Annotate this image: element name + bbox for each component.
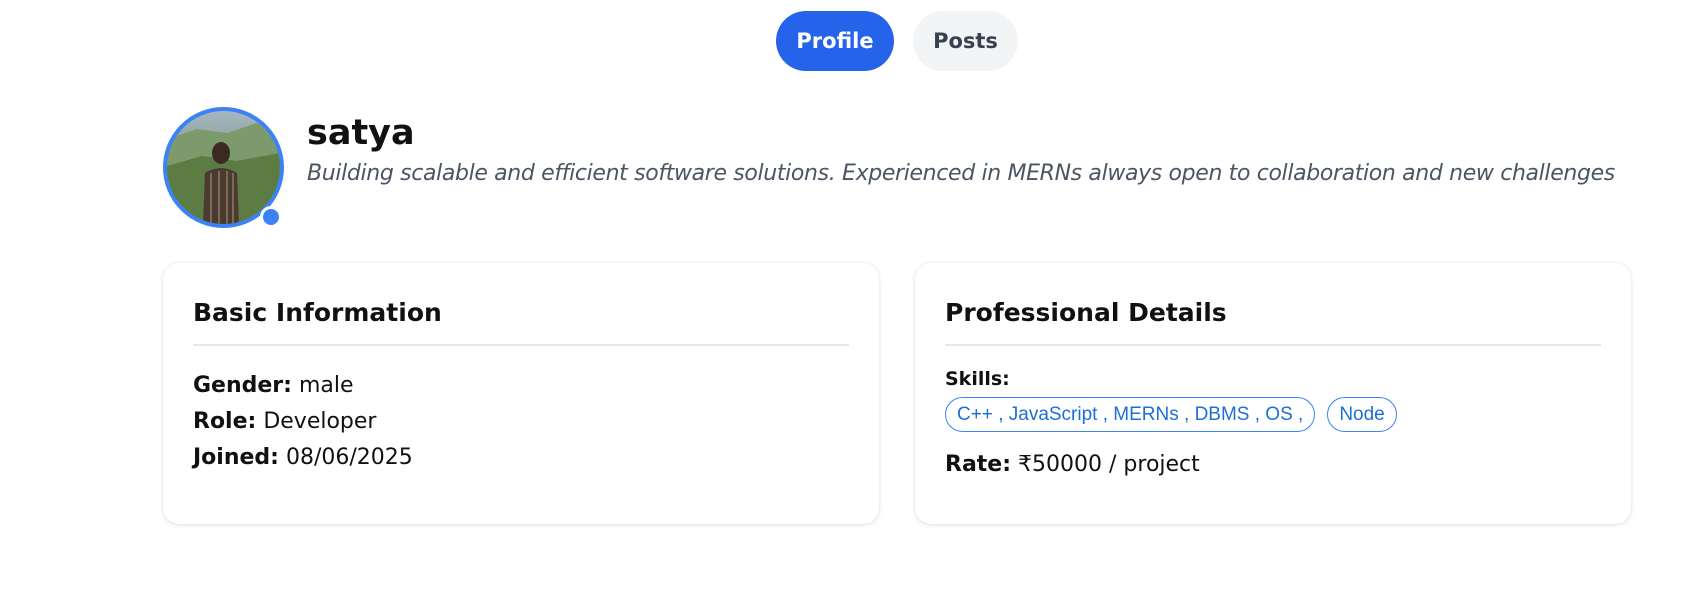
basic-information-card: Basic Information Gender: male Role: Dev… [163,263,879,524]
profile-page: Profile Posts satya Building scalable an… [0,0,1681,590]
profile-bio: Building scalable and efficient software… [307,161,1615,186]
joined-label: Joined: [193,445,279,470]
joined-value: 08/06/2025 [285,445,413,470]
skill-chip: C++ , JavaScript , MERNs , DBMS , OS , [945,397,1316,432]
gender-row: Gender: male [193,368,849,404]
gender-label: Gender: [193,373,292,398]
rate-value: ₹50000 / project [1018,452,1200,477]
professional-details-card: Professional Details Skills: C++ , JavaS… [915,263,1631,524]
role-row: Role: Developer [193,404,849,440]
skills-list: C++ , JavaScript , MERNs , DBMS , OS , N… [945,397,1601,432]
avatar-container [163,107,284,228]
avatar-photo [167,123,280,224]
rate-row: Rate: ₹50000 / project [945,452,1601,477]
tab-posts[interactable]: Posts [913,11,1018,71]
card-title: Basic Information [193,298,849,346]
rate-label: Rate: [945,452,1012,477]
skill-chip: Node [1327,397,1397,432]
tab-bar: Profile Posts [776,11,1018,71]
online-status-dot [260,206,282,228]
profile-name: satya [307,113,415,153]
joined-row: Joined: 08/06/2025 [193,440,849,476]
info-list: Gender: male Role: Developer Joined: 08/… [193,368,849,476]
skills-label: Skills: [945,368,1010,390]
role-value: Developer [263,409,377,434]
avatar-head [212,142,230,164]
card-title: Professional Details [945,298,1601,346]
tab-profile[interactable]: Profile [776,11,894,71]
role-label: Role: [193,409,257,434]
gender-value: male [298,373,354,398]
